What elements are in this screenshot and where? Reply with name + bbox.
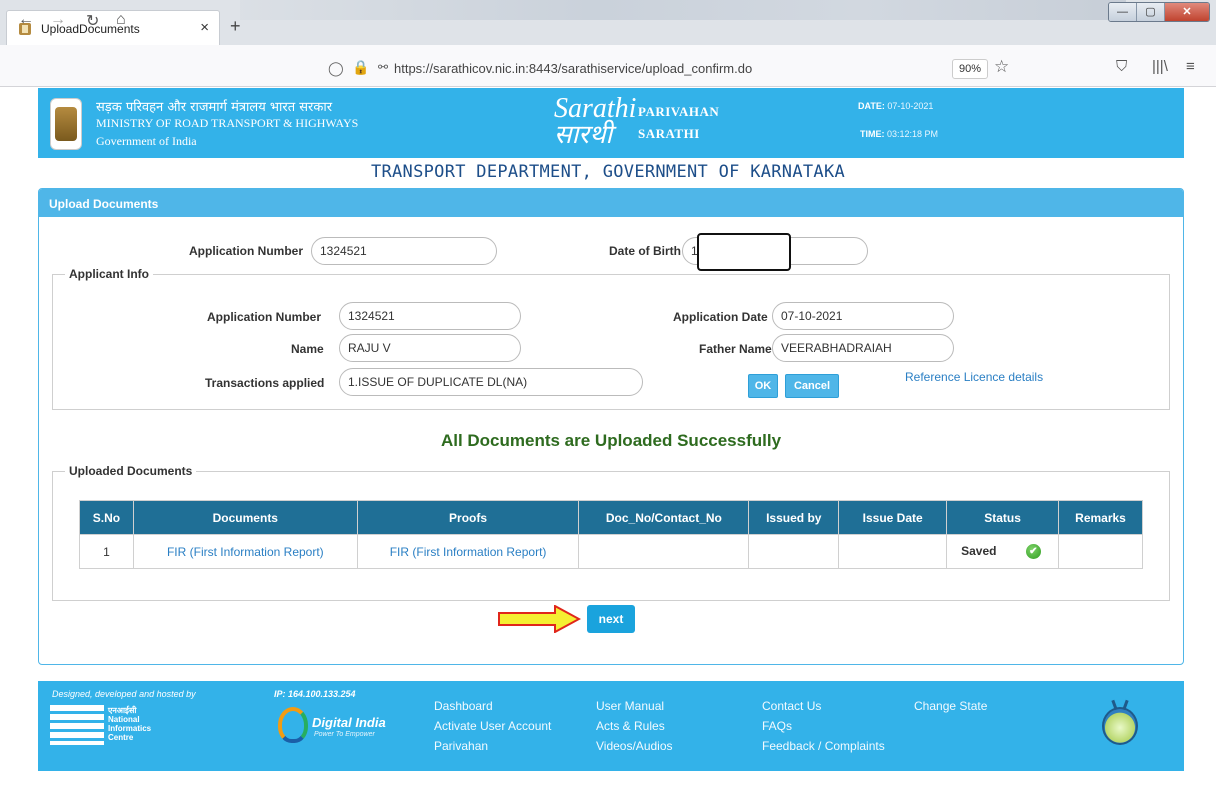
top-app-number-field[interactable]: 1324521 [311, 237, 497, 265]
nic-logo-bars-icon [50, 705, 104, 745]
home-icon[interactable]: ⌂ [116, 11, 126, 29]
menu-icon[interactable]: ≡ [1186, 58, 1195, 75]
government-of-india: Government of India [96, 134, 197, 148]
transactions-field[interactable]: 1.ISSUE OF DUPLICATE DL(NA) [339, 368, 643, 396]
back-icon[interactable]: ← [18, 11, 34, 29]
col-remarks: Remarks [1058, 500, 1143, 535]
redaction-box [697, 233, 791, 271]
applicant-info-legend: Applicant Info [65, 267, 153, 281]
sarathi-logo: Sarathi सारथी [554, 93, 637, 149]
table-header-row: S.No Documents Proofs Doc_No/Contact_No … [79, 500, 1143, 535]
parivahan-label: PARIVAHAN [638, 104, 720, 119]
col-issue-date: Issue Date [838, 500, 948, 535]
digital-india-icon [278, 707, 308, 743]
document-link[interactable]: FIR (First Information Report) [132, 534, 358, 569]
new-tab-button[interactable]: + [230, 16, 241, 37]
minimize-icon[interactable]: — [1109, 3, 1137, 21]
footer-link-contact[interactable]: Contact Us [762, 699, 821, 713]
father-name-label: Father Name [699, 342, 772, 356]
footer-link-videos[interactable]: Videos/Audios [596, 739, 673, 753]
title-bar-background [240, 0, 1126, 20]
tab-close-icon[interactable]: × [200, 19, 209, 36]
footer-link-parivahan[interactable]: Parivahan [434, 739, 488, 753]
designed-by-text: Designed, developed and hosted by [52, 689, 196, 699]
library-icon[interactable]: |||\ [1152, 58, 1168, 75]
forward-icon[interactable]: → [50, 11, 66, 29]
app-date-field[interactable]: 07-10-2021 [772, 302, 954, 330]
mascot-icon [1102, 707, 1138, 745]
ip-address: IP: 164.100.133.254 [274, 689, 356, 699]
footer-link-dashboard[interactable]: Dashboard [434, 699, 493, 713]
site-header: सड़क परिवहन और राजमार्ग मंत्रालय भारत सर… [38, 88, 1184, 158]
red-arrow-icon [498, 605, 581, 633]
footer-link-feedback[interactable]: Feedback / Complaints [762, 739, 885, 753]
cell-doc-no [578, 534, 750, 569]
date-display: DATE: 07-10-2021 [858, 101, 934, 111]
footer-link-activate-account[interactable]: Activate User Account [434, 719, 551, 733]
app-number-label: Application Number [207, 310, 322, 324]
permissions-icon[interactable]: ⚯ [378, 60, 388, 74]
cell-issued-by [748, 534, 840, 569]
maximize-icon[interactable]: ▢ [1137, 3, 1165, 21]
reload-icon[interactable]: ↻ [86, 11, 99, 31]
bookmark-star-icon[interactable]: ☆ [994, 57, 1009, 77]
col-sno: S.No [79, 500, 134, 535]
digital-india-logo: Digital India Power To Empower [278, 707, 398, 747]
footer-link-change-state[interactable]: Change State [914, 699, 987, 713]
col-status: Status [946, 500, 1060, 535]
proof-link[interactable]: FIR (First Information Report) [356, 534, 580, 569]
table-row: 1 FIR (First Information Report) FIR (Fi… [79, 534, 1143, 569]
ok-button[interactable]: OK [748, 374, 778, 398]
lock-icon[interactable]: 🔒 [352, 59, 369, 76]
site-footer: Designed, developed and hosted by IP: 16… [38, 681, 1184, 771]
col-documents: Documents [132, 500, 358, 535]
next-button[interactable]: next [587, 605, 635, 633]
national-emblem-icon [50, 98, 82, 150]
time-display: TIME: 03:12:18 PM [860, 129, 939, 139]
uploaded-documents-legend: Uploaded Documents [65, 464, 197, 478]
father-name-field[interactable]: VEERABHADRAIAH [772, 334, 954, 362]
col-doc-no: Doc_No/Contact_No [578, 500, 750, 535]
tracking-shield-icon[interactable]: ◯ [328, 60, 344, 77]
nic-logo: एनआईसी National Informatics Centre [50, 705, 151, 745]
col-issued-by: Issued by [748, 500, 840, 535]
cell-issue-date [838, 534, 948, 569]
success-message: All Documents are Uploaded Successfully [440, 431, 782, 450]
ministry-hindi: सड़क परिवहन और राजमार्ग मंत्रालय भारत सर… [96, 100, 333, 115]
app-date-label: Application Date [673, 310, 768, 324]
panel-header: Upload Documents [39, 189, 1183, 217]
name-label: Name [291, 342, 324, 356]
browser-tab[interactable]: UploadDocuments × [6, 10, 220, 45]
zoom-level[interactable]: 90% [952, 59, 988, 79]
reference-licence-link[interactable]: Reference Licence details [905, 370, 1043, 384]
panel-title: Upload Documents [49, 197, 159, 211]
footer-link-faqs[interactable]: FAQs [762, 719, 792, 733]
footer-link-user-manual[interactable]: User Manual [596, 699, 664, 713]
transactions-label: Transactions applied [205, 376, 325, 390]
top-app-number-label: Application Number [189, 244, 304, 258]
cell-status: Saved ✔ [946, 534, 1060, 569]
pocket-icon[interactable]: ⛉ [1116, 58, 1127, 75]
dob-label: Date of Birth [609, 244, 681, 258]
name-field[interactable]: RAJU V [339, 334, 521, 362]
status-text: Saved [961, 543, 997, 558]
ministry-english: MINISTRY OF ROAD TRANSPORT & HIGHWAYS [96, 116, 359, 130]
window-controls: — ▢ ✕ [1108, 2, 1210, 22]
app-number-field[interactable]: 1324521 [339, 302, 521, 330]
browser-tab-bar: UploadDocuments × + — ▢ ✕ [0, 0, 1216, 45]
cell-remarks [1058, 534, 1143, 569]
cell-sno: 1 [79, 534, 134, 569]
uploaded-documents-table: S.No Documents Proofs Doc_No/Contact_No … [79, 500, 1143, 569]
footer-link-acts-rules[interactable]: Acts & Rules [596, 719, 665, 733]
upload-documents-panel: Upload Documents Application Number 1324… [38, 188, 1184, 665]
window-close-icon[interactable]: ✕ [1165, 3, 1209, 21]
cancel-button[interactable]: Cancel [785, 374, 839, 398]
sarathi-label: SARATHI [638, 126, 700, 141]
saved-check-icon: ✔ [1025, 544, 1041, 560]
url-text[interactable]: https://sarathicov.nic.in:8443/sarathise… [394, 61, 752, 76]
department-title: TRANSPORT DEPARTMENT, GOVERNMENT OF KARN… [370, 162, 846, 182]
col-proofs: Proofs [356, 500, 580, 535]
